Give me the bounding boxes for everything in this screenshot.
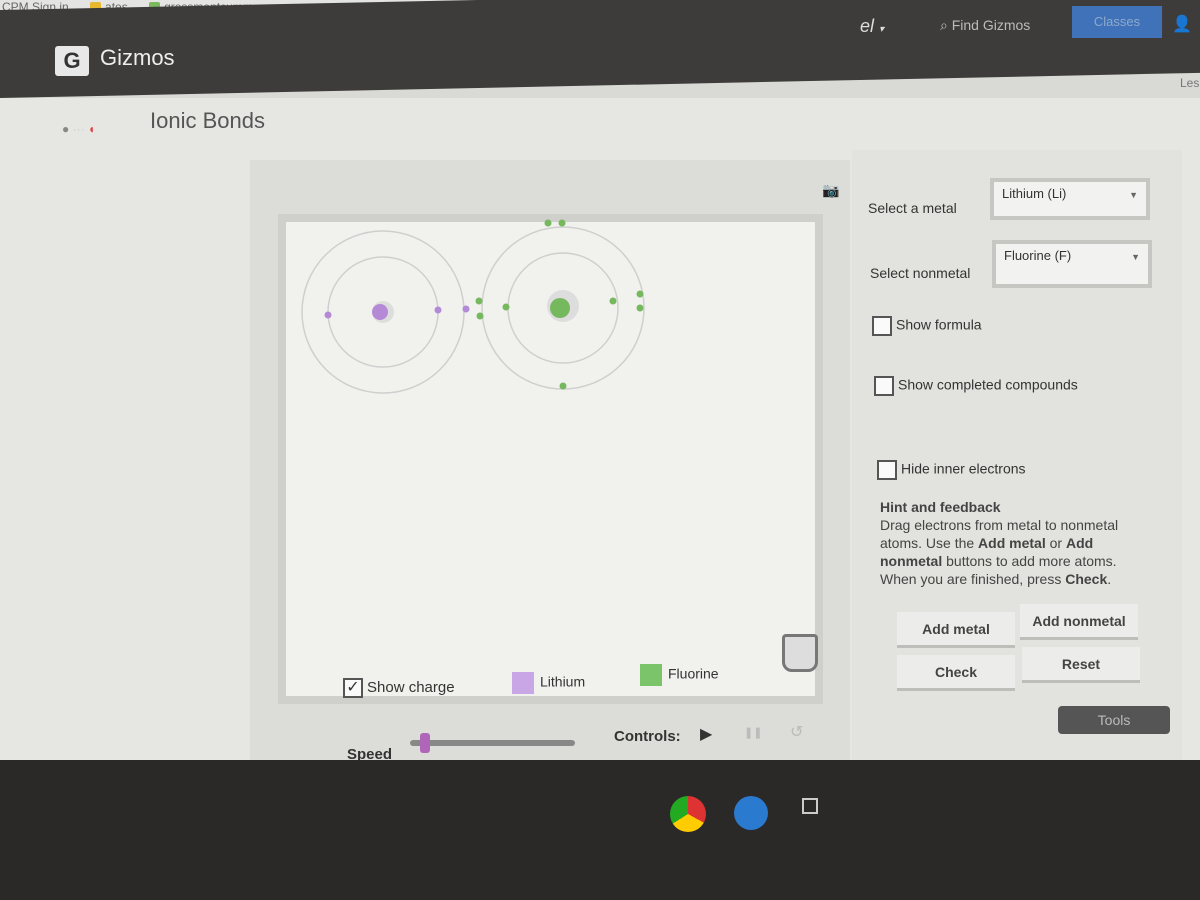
hint-title: Hint and feedback	[880, 499, 1001, 515]
show-charge-checkbox[interactable]: ✓ Show charge	[343, 678, 455, 698]
checkbox[interactable]	[877, 460, 897, 480]
checkbox-label: Hide inner electrons	[901, 460, 1026, 477]
show-formula-checkbox[interactable]: Show formula	[872, 316, 982, 336]
legend-label: Lithium	[540, 673, 586, 690]
electron[interactable]	[558, 219, 566, 227]
electron[interactable]	[636, 290, 644, 298]
hint-text: Drag electrons from metal to nonmetal at…	[880, 517, 1119, 587]
pause-icon[interactable]: ❚❚	[744, 726, 762, 739]
checkbox-label: Show completed compounds	[898, 376, 1078, 393]
dropdown-arrow-icon: ▼	[1129, 190, 1138, 200]
taskbar	[0, 760, 1200, 900]
notes-icon[interactable]	[802, 798, 818, 814]
add-metal-button[interactable]: Add metal	[897, 612, 1015, 648]
electron[interactable]	[502, 303, 510, 311]
chrome-icon[interactable]	[670, 796, 706, 832]
metal-select[interactable]: Lithium (Li) ▼	[990, 178, 1150, 220]
metal-value: Lithium (Li)	[1002, 186, 1067, 201]
nonmetal-label: Select nonmetal	[870, 265, 971, 281]
reset-button[interactable]: Reset	[1022, 647, 1140, 683]
legend-fluorine: Fluorine	[640, 664, 719, 686]
reset-sim-icon[interactable]: ↺	[790, 722, 803, 742]
electron[interactable]	[462, 305, 470, 313]
fluorine-swatch	[640, 664, 662, 686]
metal-label: Select a metal	[868, 200, 957, 216]
show-charge-label: Show charge	[367, 678, 455, 696]
controls-label: Controls:	[614, 728, 681, 745]
files-icon[interactable]	[734, 796, 768, 830]
nonmetal-value: Fluorine (F)	[1004, 248, 1072, 263]
legend-label: Fluorine	[668, 665, 719, 682]
electron[interactable]	[609, 297, 617, 305]
tools-button[interactable]: Tools	[1058, 706, 1170, 734]
lithium-swatch	[512, 672, 534, 694]
hide-inner-checkbox[interactable]: Hide inner electrons	[877, 460, 1026, 480]
speed-slider-thumb[interactable]	[420, 733, 430, 753]
electron[interactable]	[475, 297, 483, 305]
lithium-nucleus	[372, 304, 388, 320]
play-icon[interactable]: ▶	[700, 724, 712, 744]
show-completed-checkbox[interactable]: Show completed compounds	[874, 376, 1078, 396]
checkbox[interactable]	[872, 316, 892, 336]
electron[interactable]	[324, 311, 332, 319]
dropdown-arrow-icon: ▼	[1131, 252, 1140, 262]
electron[interactable]	[636, 304, 644, 312]
electron[interactable]	[476, 312, 484, 320]
electron[interactable]	[434, 306, 442, 314]
add-nonmetal-button[interactable]: Add nonmetal	[1020, 604, 1138, 640]
speed-slider[interactable]	[410, 733, 575, 753]
checkbox[interactable]: ✓	[343, 678, 363, 698]
fluorine-nucleus	[550, 298, 570, 318]
checkbox[interactable]	[874, 376, 894, 396]
check-button[interactable]: Check	[897, 655, 1015, 691]
electron[interactable]	[559, 382, 567, 390]
checkbox-label: Show formula	[896, 316, 982, 333]
hint-feedback: Hint and feedback Drag electrons from me…	[880, 498, 1155, 588]
electron[interactable]	[544, 219, 552, 227]
trash-bin-icon[interactable]	[782, 634, 818, 672]
legend-lithium: Lithium	[512, 672, 585, 694]
nonmetal-select[interactable]: Fluorine (F) ▼	[992, 240, 1152, 288]
